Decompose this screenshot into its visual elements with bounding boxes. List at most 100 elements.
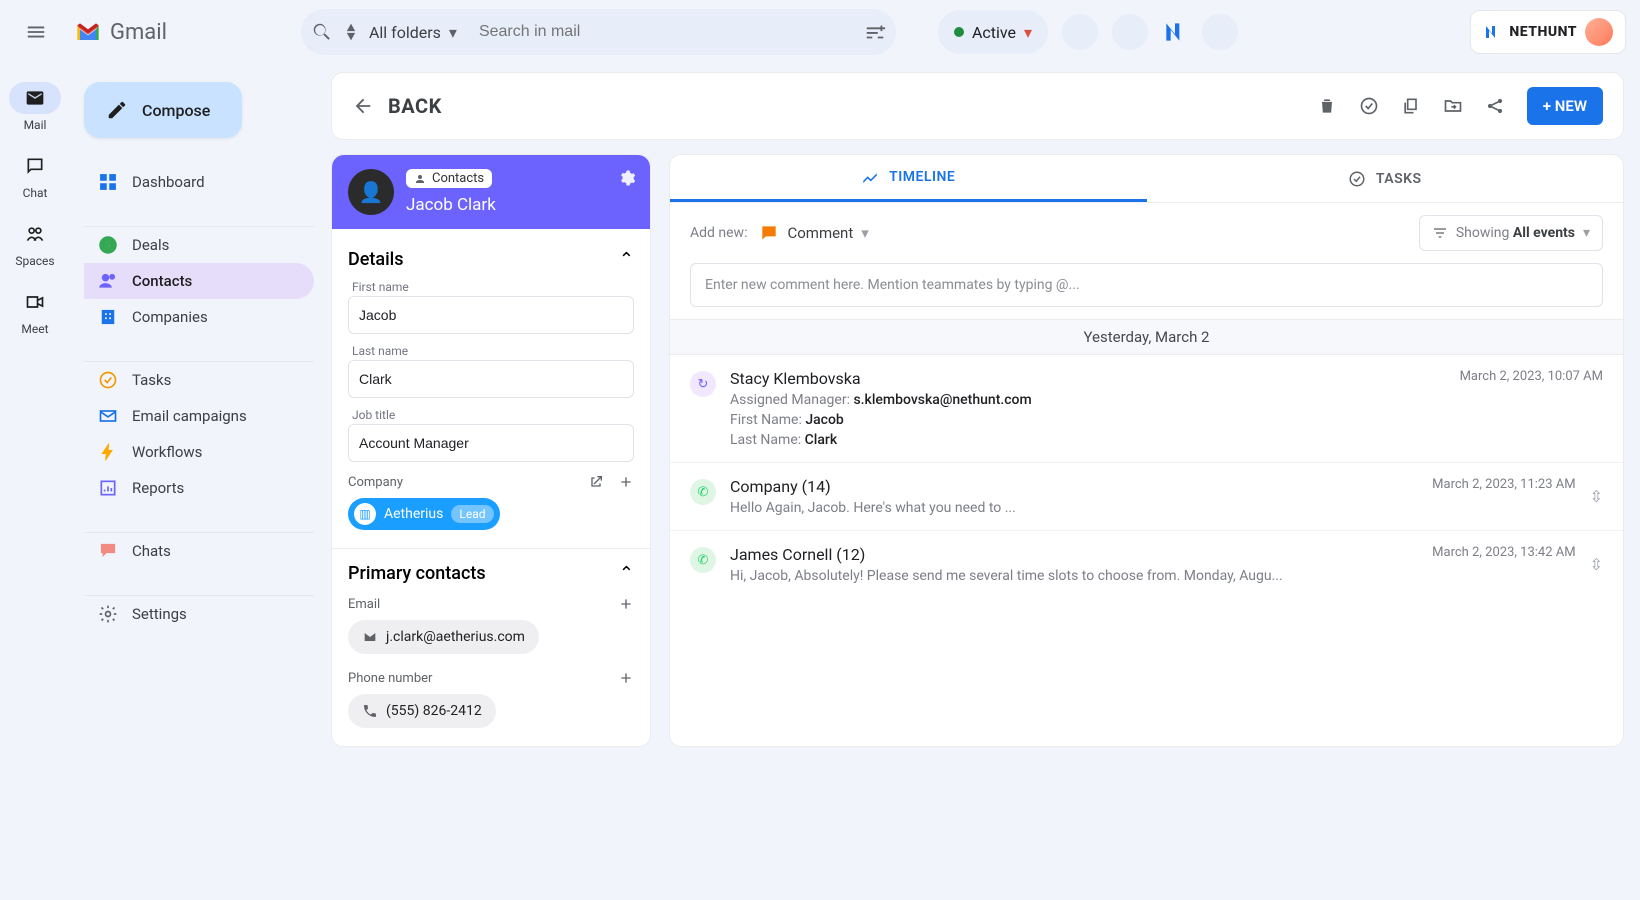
move-folder-icon[interactable] xyxy=(1443,96,1463,116)
main-menu-button[interactable] xyxy=(14,10,58,54)
sidebar-item-dashboard[interactable]: Dashboard xyxy=(84,164,314,200)
whatsapp-icon: ✆ xyxy=(690,547,716,573)
record-card: 👤 Contacts Jacob Clark Details ⌃ First n… xyxy=(331,154,651,747)
details-section[interactable]: Details ⌃ xyxy=(348,249,634,270)
chevron-down-icon: ▾ xyxy=(861,224,869,242)
tab-tasks[interactable]: TASKS xyxy=(1147,155,1624,202)
search-bar[interactable]: All folders ▾ xyxy=(301,9,896,55)
plus-icon[interactable] xyxy=(618,474,634,490)
tab-timeline[interactable]: TIMELINE xyxy=(670,155,1147,202)
scope-icon xyxy=(341,22,361,42)
status-selector[interactable]: Active ▾ xyxy=(938,10,1048,54)
timestamp: March 2, 2023, 10:07 AM xyxy=(1460,369,1603,448)
back-button[interactable]: BACK xyxy=(352,94,442,118)
chat-icon xyxy=(98,541,118,561)
timeline-item[interactable]: ↻ Stacy Klembovska Assigned Manager: s.k… xyxy=(670,355,1623,463)
top-bar: Gmail All folders ▾ Active ▾ NETHUNT xyxy=(0,0,1640,64)
building-icon xyxy=(98,307,118,327)
building-icon: ▥ xyxy=(354,503,376,525)
check-circle-icon xyxy=(1348,170,1366,188)
phone-chip[interactable]: (555) 826-2412 xyxy=(348,694,496,728)
sidebar-item-chats[interactable]: Chats xyxy=(84,533,314,569)
sidebar-item-deals[interactable]: $Deals xyxy=(84,227,314,263)
rail-spaces[interactable]: Spaces xyxy=(9,218,61,268)
last-name-field[interactable] xyxy=(348,360,634,398)
dollar-icon: $ xyxy=(98,235,118,255)
header-extra-2[interactable] xyxy=(1112,14,1148,50)
gmail-logo: Gmail xyxy=(72,16,167,48)
job-title-field[interactable] xyxy=(348,424,634,462)
plus-icon[interactable] xyxy=(618,596,634,612)
timeline-item[interactable]: ✆ Company (14) Hello Again, Jacob. Here'… xyxy=(670,463,1623,531)
rail-mail[interactable]: Mail xyxy=(9,82,61,132)
chevron-up-icon: ⌃ xyxy=(619,249,634,270)
gear-icon[interactable] xyxy=(618,169,636,187)
contact-name: Jacob Clark xyxy=(406,195,496,215)
history-icon: ↻ xyxy=(690,371,716,397)
chart-icon xyxy=(861,168,879,186)
search-icon xyxy=(311,21,333,43)
sidebar-item-workflows[interactable]: Workflows xyxy=(84,434,314,470)
gmail-icon xyxy=(72,16,104,48)
timeline-card: TIMELINE TASKS Add new: Comment ▾ Showin… xyxy=(669,154,1624,747)
sidebar-item-tasks[interactable]: Tasks xyxy=(84,362,314,398)
sidebar-item-reports[interactable]: Reports xyxy=(84,470,314,506)
nethunt-icon[interactable] xyxy=(1162,19,1188,45)
chevron-down-icon: ▾ xyxy=(1024,23,1032,42)
open-icon[interactable] xyxy=(588,474,604,490)
expand-icon[interactable]: ⇳ xyxy=(1590,487,1603,506)
chat-icon xyxy=(25,156,45,176)
svg-text:$: $ xyxy=(105,238,111,251)
stage-badge: Lead xyxy=(451,505,493,523)
search-scope[interactable]: All folders ▾ xyxy=(369,23,457,42)
mail-icon xyxy=(25,88,45,108)
copy-icon[interactable] xyxy=(1401,96,1421,116)
company-chip[interactable]: ▥ Aetherius Lead xyxy=(348,498,500,530)
filter-events[interactable]: Showing All events ▾ xyxy=(1419,215,1603,251)
compose-button[interactable]: Compose xyxy=(84,82,242,138)
phone-icon xyxy=(362,703,378,719)
tabs: TIMELINE TASKS xyxy=(670,155,1623,203)
sidebar-item-settings[interactable]: Settings xyxy=(84,596,314,632)
comment-type-selector[interactable]: Comment ▾ xyxy=(759,223,868,243)
folder-badge[interactable]: Contacts xyxy=(406,169,492,188)
sidebar-item-companies[interactable]: Companies xyxy=(84,299,314,335)
share-icon[interactable] xyxy=(1485,96,1505,116)
comment-input[interactable]: Enter new comment here. Mention teammate… xyxy=(690,263,1603,307)
job-title-label: Job title xyxy=(352,408,634,422)
rail-meet[interactable]: Meet xyxy=(9,286,61,336)
search-input[interactable] xyxy=(465,23,856,41)
email-chip[interactable]: j.clark@aetherius.com xyxy=(348,620,539,654)
filter-icon xyxy=(1432,225,1448,241)
mail-icon xyxy=(98,406,118,426)
nethunt-account[interactable]: NETHUNT xyxy=(1470,10,1626,54)
first-name-field[interactable] xyxy=(348,296,634,334)
add-new-label: Add new: xyxy=(690,225,747,241)
record-header: 👤 Contacts Jacob Clark xyxy=(332,155,650,229)
check-circle-icon[interactable] xyxy=(1359,96,1379,116)
expand-icon[interactable]: ⇳ xyxy=(1590,555,1603,574)
rail-chat[interactable]: Chat xyxy=(9,150,61,200)
primary-contacts-section[interactable]: Primary contacts ⌃ xyxy=(348,563,634,584)
sidebar-item-email-campaigns[interactable]: Email campaigns xyxy=(84,398,314,434)
timeline-item[interactable]: ✆ James Cornell (12) Hi, Jacob, Absolute… xyxy=(670,531,1623,598)
new-button[interactable]: + NEW xyxy=(1527,87,1603,125)
record-toolbar: BACK + NEW xyxy=(331,72,1624,140)
gear-icon xyxy=(98,604,118,624)
plus-icon[interactable] xyxy=(618,670,634,686)
mail-icon xyxy=(362,629,378,645)
app-name: Gmail xyxy=(110,20,167,45)
email-label: Email xyxy=(348,597,380,612)
timestamp: March 2, 2023, 13:42 AM xyxy=(1432,545,1575,584)
sidebar-item-contacts[interactable]: Contacts xyxy=(84,263,314,299)
timestamp: March 2, 2023, 11:23 AM xyxy=(1432,477,1575,516)
header-extra-1[interactable] xyxy=(1062,14,1098,50)
contact-avatar: 👤 xyxy=(348,169,394,215)
user-avatar xyxy=(1585,18,1613,46)
trash-icon[interactable] xyxy=(1317,96,1337,116)
status-dot-icon xyxy=(954,27,964,37)
tune-icon[interactable] xyxy=(864,21,886,43)
chevron-down-icon: ▾ xyxy=(1583,225,1590,241)
header-extra-3[interactable] xyxy=(1202,14,1238,50)
comment-icon xyxy=(759,223,779,243)
